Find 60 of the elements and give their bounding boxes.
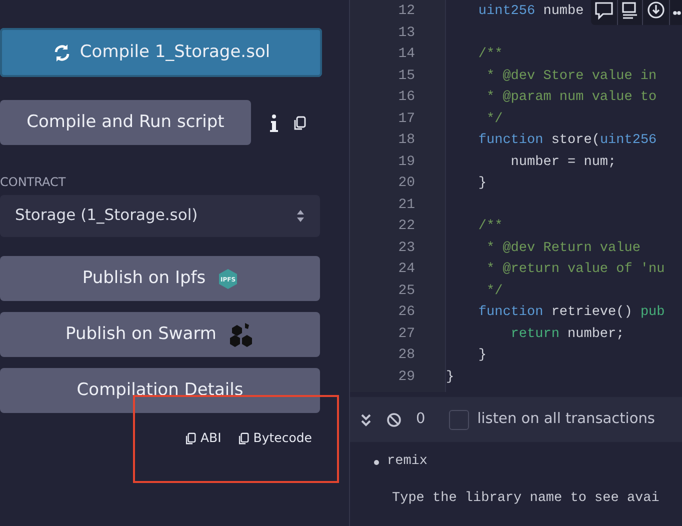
compile-button[interactable]: Compile 1_Storage.sol (0, 28, 322, 77)
cubes-icon (228, 322, 254, 348)
line-number: 22 (397, 217, 416, 236)
code-line: /** (477, 46, 503, 64)
code-line: } (477, 347, 487, 365)
line-number: 29 (397, 368, 416, 386)
line-number: 24 (397, 260, 416, 279)
copy-link[interactable]: ABI (184, 429, 222, 448)
run-script-button[interactable]: Compile and Run script (0, 100, 251, 145)
contract-select[interactable]: Storage (1_Storage.sol) (0, 195, 320, 237)
line-number: 19 (397, 152, 416, 172)
download-icon (646, 0, 666, 20)
output-list-item: remix (387, 453, 428, 471)
more-icon (673, 10, 681, 14)
copy-icon (237, 432, 250, 445)
line-number: 21 (397, 196, 416, 214)
line-number: 23 (397, 238, 416, 258)
copy-icon (184, 432, 196, 445)
comment-icon (594, 0, 614, 20)
code-line: } (477, 175, 487, 193)
publish-button[interactable]: Compilation Details (0, 368, 320, 413)
code-line: function store(uint256 (477, 132, 657, 150)
checkbox-label: listen on all transactions (477, 410, 655, 429)
line-number: 14 (397, 45, 416, 64)
line-number: 13 (397, 24, 416, 42)
code-line: /** (477, 218, 503, 236)
code-line: * @param num value to (486, 89, 657, 107)
publish-button[interactable]: Publish on Swarm (0, 312, 320, 357)
output-text: Type the library name to see avai (391, 490, 660, 508)
code-line: * @dev Store value in (486, 68, 657, 86)
code-line: function retrieve() pub (477, 304, 665, 322)
line-number: 25 (397, 282, 416, 300)
line-number: 26 (397, 303, 416, 322)
code-line: */ (486, 282, 503, 300)
info-icon[interactable] (270, 114, 278, 132)
contract-label: CONTRACT (0, 174, 67, 191)
line-number: 17 (397, 110, 416, 128)
code-line: return number; (510, 326, 624, 344)
clear-icon[interactable] (386, 412, 402, 428)
line-number: 16 (397, 88, 416, 107)
line-number: 18 (397, 131, 416, 150)
listen-checkbox[interactable] (449, 410, 470, 430)
code-line: uint256 numbe (477, 3, 584, 21)
line-number: 15 (397, 66, 416, 86)
sort-arrows-icon (296, 209, 305, 223)
code-line: } (446, 368, 454, 386)
code-line: * @dev Return value (486, 240, 640, 258)
line-number: 20 (397, 174, 416, 193)
code-line: */ (486, 110, 503, 128)
line-number: 12 (397, 2, 416, 21)
code-line: number = num; (510, 154, 616, 172)
copy-icon[interactable] (292, 116, 306, 130)
pending-count: 0 (416, 410, 426, 429)
copy-link[interactable]: Bytecode (237, 429, 312, 448)
layout-icon (621, 0, 639, 20)
line-number: 28 (397, 346, 416, 365)
bullet-icon (374, 460, 379, 464)
line-number: 27 (397, 324, 416, 344)
collapse-icon[interactable] (360, 412, 372, 426)
code-line: * @return value of 'nu (486, 261, 665, 279)
